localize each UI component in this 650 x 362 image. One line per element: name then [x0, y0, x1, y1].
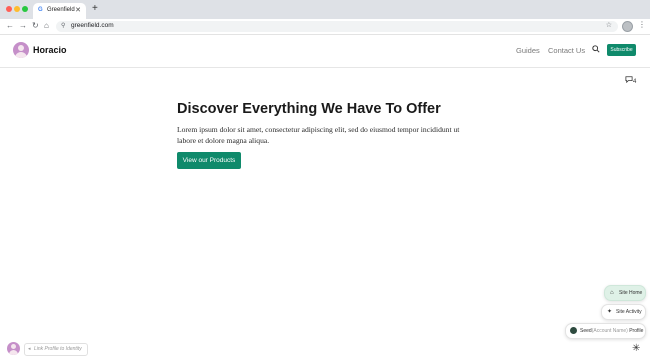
- site-home-label: Site Home: [619, 290, 643, 296]
- nav-link-contact[interactable]: Contact Us: [548, 46, 585, 55]
- site-header: Horacio Guides Contact Us Subscribe: [0, 35, 650, 68]
- browser-menu-icon[interactable]: ⋮: [638, 20, 646, 29]
- maximize-window-button[interactable]: [22, 6, 28, 12]
- nav-link-guides[interactable]: Guides: [516, 46, 540, 55]
- seed-profile-button[interactable]: Seed(Account Name) Profile: [565, 323, 646, 339]
- back-icon[interactable]: ←: [6, 21, 14, 30]
- home-icon[interactable]: ⌂: [44, 21, 49, 30]
- browser-tab-bar: G Greenfield ✕ +: [0, 0, 650, 19]
- site-home-button[interactable]: ⌂ Site Home: [604, 285, 646, 301]
- browser-profile-icon[interactable]: [622, 21, 633, 32]
- site-activity-label: Site Activity: [616, 309, 642, 315]
- identity-avatar[interactable]: [7, 342, 20, 355]
- profile-suffix: Profile: [629, 328, 644, 334]
- site-info-icon[interactable]: ⚲: [61, 22, 65, 29]
- url-text: greenfield.com: [71, 22, 114, 29]
- home-icon: ⌂: [610, 290, 614, 296]
- avatar-body-shape: [15, 52, 27, 58]
- site-title[interactable]: Horacio: [33, 45, 67, 55]
- browser-tab[interactable]: G Greenfield ✕: [33, 3, 86, 19]
- google-favicon-icon: G: [38, 7, 43, 13]
- link-profile-widget: ◂ Link Profile to Identity: [7, 342, 88, 356]
- address-bar: ← → ↻ ⌂ ⚲ greenfield.com ☆: [0, 19, 650, 35]
- subscribe-button[interactable]: Subscribe: [607, 44, 636, 56]
- tab-title: Greenfield: [47, 7, 75, 13]
- search-icon[interactable]: [592, 45, 600, 55]
- profile-name: Seed: [580, 328, 592, 334]
- hero-description: Lorem ipsum dolor sit amet, consectetur …: [177, 125, 460, 145]
- link-arrow-icon: ◂: [28, 346, 31, 352]
- avatar-head-shape: [18, 45, 24, 51]
- comment-count: 4: [633, 79, 637, 85]
- bookmark-star-icon[interactable]: ☆: [606, 21, 612, 29]
- avatar-head-shape: [11, 344, 16, 349]
- link-profile-label: Link Profile to Identity: [34, 346, 82, 352]
- link-profile-button[interactable]: ◂ Link Profile to Identity: [24, 343, 88, 356]
- view-products-button[interactable]: View our Products: [177, 152, 241, 169]
- site-avatar[interactable]: [13, 42, 29, 58]
- activity-icon: ✦: [607, 309, 613, 315]
- url-field[interactable]: ⚲ greenfield.com ☆: [56, 21, 618, 32]
- reload-icon[interactable]: ↻: [32, 21, 39, 30]
- site-activity-button[interactable]: ✦ Site Activity: [601, 304, 646, 320]
- hero-title: Discover Everything We Have To Offer: [177, 101, 441, 117]
- forward-icon[interactable]: →: [19, 21, 27, 30]
- widget-toggle-icon[interactable]: ✳: [632, 343, 640, 354]
- comment-icon: [625, 76, 633, 84]
- close-window-button[interactable]: [6, 6, 12, 12]
- profile-label: Seed(Account Name) Profile: [580, 324, 643, 338]
- tab-close-icon[interactable]: ✕: [75, 6, 81, 14]
- profile-account-note: (Account Name): [591, 328, 628, 334]
- comments-button[interactable]: 4: [625, 76, 636, 85]
- new-tab-button[interactable]: +: [92, 3, 98, 14]
- minimize-window-button[interactable]: [14, 6, 20, 12]
- seed-icon: [570, 327, 577, 334]
- avatar-body-shape: [9, 350, 18, 355]
